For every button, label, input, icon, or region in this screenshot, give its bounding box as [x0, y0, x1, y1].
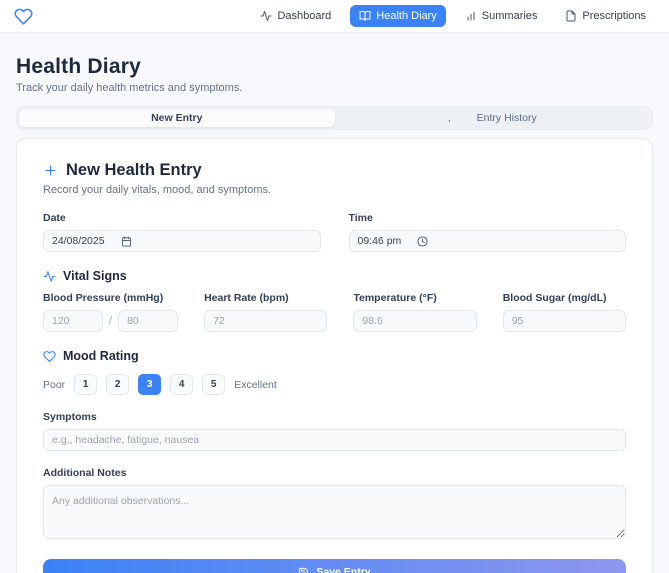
- blood-pressure-label: Blood Pressure (mmHg): [43, 292, 164, 304]
- time-value: 09:46 pm: [357, 235, 402, 247]
- heart-rate-label: Heart Rate (bpm): [204, 292, 289, 304]
- notes-group: Additional Notes: [43, 467, 626, 544]
- time-label: Time: [348, 212, 373, 224]
- save-entry-button[interactable]: Save Entry: [43, 559, 626, 573]
- vital-signs-heading: Vital Signs: [43, 269, 626, 283]
- save-entry-label: Save Entry: [316, 566, 371, 573]
- heart-logo-icon: [14, 8, 33, 25]
- date-value: 24/08/2025: [52, 235, 105, 247]
- date-field-group: Date 24/08/2025: [43, 212, 321, 252]
- temperature-label: Temperature (°F): [353, 292, 437, 304]
- tab-label: New Entry: [151, 112, 203, 124]
- blood-sugar-label: Blood Sugar (mg/dL): [502, 292, 607, 304]
- systolic-input[interactable]: [43, 310, 103, 332]
- nav-item-label: Dashboard: [277, 10, 332, 22]
- plus-icon: [45, 165, 56, 176]
- nav-item-dashboard[interactable]: Dashboard: [251, 5, 340, 27]
- page-title: Health Diary: [16, 55, 141, 78]
- mood-rating-title: Mood Rating: [63, 349, 139, 363]
- mood-low-label: Poor: [43, 378, 66, 391]
- time-field-group: Time 09:46 pm: [348, 212, 626, 252]
- page-content: Health Diary Track your daily health met…: [0, 33, 669, 573]
- blood-sugar-input[interactable]: [502, 310, 626, 332]
- mood-button-4[interactable]: 4: [170, 374, 194, 395]
- heart-rate-group: Heart Rate (bpm): [204, 292, 328, 332]
- card-title-row: New Health Entry: [43, 161, 626, 180]
- time-input[interactable]: 09:46 pm: [348, 230, 626, 252]
- nav-item-label: Prescriptions: [582, 10, 646, 22]
- blood-sugar-group: Blood Sugar (mg/dL): [502, 292, 626, 332]
- tab-entry-history[interactable]: , Entry History: [335, 109, 651, 127]
- symptoms-group: Symptoms: [43, 411, 626, 451]
- card-title: New Health Entry: [66, 161, 202, 179]
- app-logo[interactable]: [14, 7, 33, 26]
- book-open-icon: [359, 11, 371, 21]
- symptoms-input[interactable]: [43, 429, 626, 451]
- mood-high-label: Excellent: [234, 378, 277, 391]
- activity-icon: [43, 270, 56, 282]
- vital-signs-title: Vital Signs: [63, 269, 127, 283]
- mood-button-5[interactable]: 5: [202, 374, 226, 395]
- temperature-input[interactable]: [353, 310, 477, 332]
- activity-icon: [260, 11, 272, 21]
- heart-rate-input[interactable]: [204, 310, 328, 332]
- nav-item-label: Summaries: [481, 10, 538, 22]
- date-input[interactable]: 24/08/2025: [43, 230, 321, 252]
- heart-icon: [43, 350, 56, 362]
- date-label: Date: [43, 212, 66, 224]
- temperature-group: Temperature (°F): [353, 292, 477, 332]
- mood-button-3[interactable]: 3: [138, 374, 162, 395]
- bar-chart-icon: [467, 11, 475, 21]
- tab-label: Entry History: [476, 112, 537, 124]
- mood-button-1[interactable]: 1: [74, 374, 98, 395]
- tab-bar: New Entry , Entry History: [16, 106, 653, 130]
- tab-entry-history-mark: ,: [447, 112, 451, 124]
- nav-item-summaries[interactable]: Summaries: [456, 5, 547, 27]
- diastolic-input[interactable]: [118, 310, 179, 332]
- mood-rating-heading: Mood Rating: [43, 349, 626, 363]
- notes-label: Additional Notes: [43, 467, 127, 479]
- clock-icon: [417, 235, 428, 247]
- page-subtitle: Track your daily health metrics and symp…: [16, 82, 243, 94]
- calendar-icon: [121, 235, 131, 247]
- top-navigation-bar: Dashboard Health Diary Summaries Prescri…: [0, 0, 669, 33]
- file-text-icon: [566, 10, 576, 22]
- blood-pressure-group: Blood Pressure (mmHg) /: [43, 292, 179, 332]
- nav-item-label: Health Diary: [376, 10, 437, 22]
- notes-textarea[interactable]: [43, 485, 626, 539]
- symptoms-label: Symptoms: [43, 411, 97, 423]
- nav-item-health-diary[interactable]: Health Diary: [350, 5, 446, 27]
- mood-rating-row: Poor 1 2 3 4 5 Excellent: [43, 374, 626, 395]
- tab-new-entry[interactable]: New Entry: [19, 109, 335, 127]
- new-health-entry-card: New Health Entry Record your daily vital…: [16, 138, 653, 573]
- save-icon: [299, 567, 309, 573]
- nav-item-prescriptions[interactable]: Prescriptions: [556, 5, 655, 27]
- nav-links: Dashboard Health Diary Summaries Prescri…: [251, 5, 655, 27]
- bp-separator: /: [109, 315, 113, 327]
- card-subtitle: Record your daily vitals, mood, and symp…: [43, 184, 272, 196]
- mood-button-2[interactable]: 2: [106, 374, 130, 395]
